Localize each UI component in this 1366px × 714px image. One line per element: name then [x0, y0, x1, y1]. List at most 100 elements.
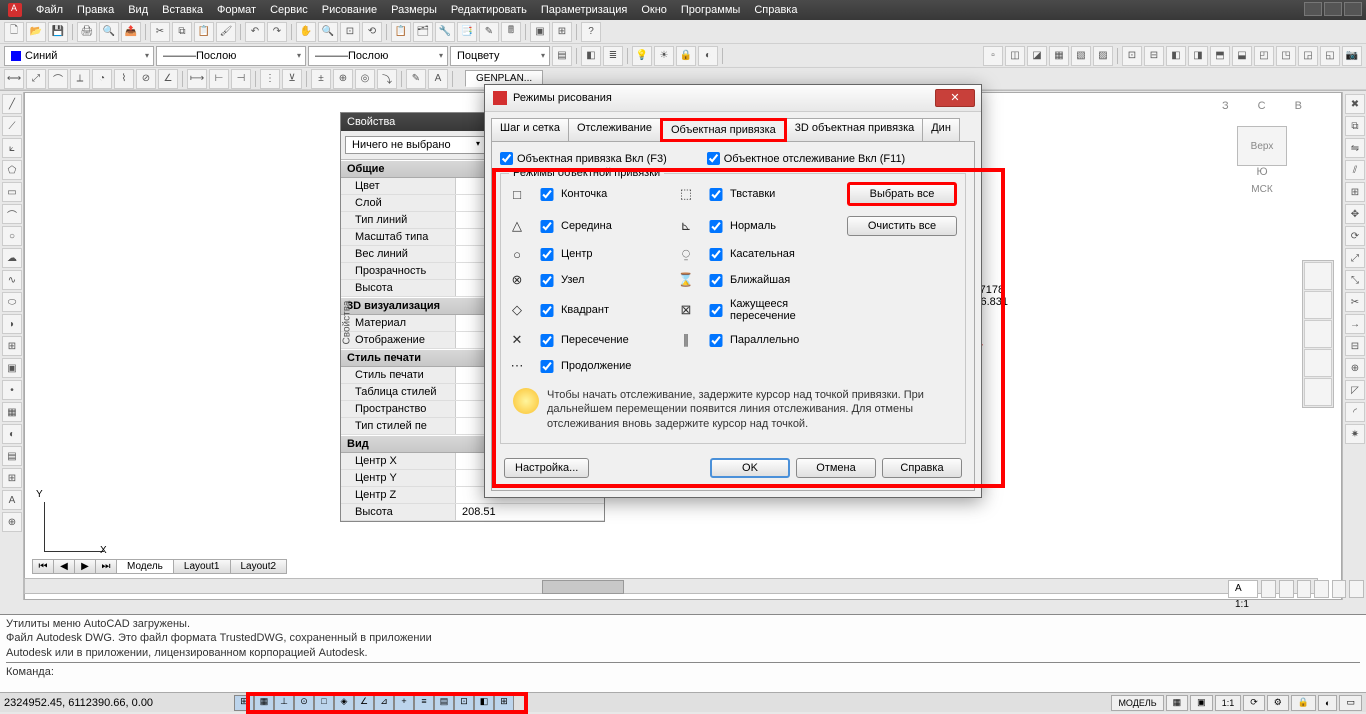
dim-insp-icon[interactable]: ◎ [355, 69, 375, 89]
view-bottom-icon[interactable]: ⊟ [1144, 46, 1164, 66]
addsel-icon[interactable]: ⊕ [2, 512, 22, 532]
erase-icon[interactable]: ✖ [1345, 94, 1365, 114]
view-top-icon[interactable]: ⊡ [1122, 46, 1142, 66]
nav-orbit-icon[interactable] [1304, 349, 1332, 377]
view-se-icon[interactable]: ◳ [1276, 46, 1296, 66]
view-sw-icon[interactable]: ◰ [1254, 46, 1274, 66]
anno-vis-icon[interactable] [1261, 580, 1276, 598]
tab-polar[interactable]: Отслеживание [568, 118, 661, 142]
dialog-close-button[interactable]: ✕ [935, 89, 975, 107]
copy-icon[interactable]: ⧉ [172, 22, 192, 42]
nearest-checkbox[interactable] [708, 274, 724, 287]
ws-switch-icon[interactable] [1297, 580, 1312, 598]
dim-dia-icon[interactable]: ⊘ [136, 69, 156, 89]
bylayer-icon[interactable]: ▤ [552, 46, 572, 66]
explode-icon[interactable]: ✷ [1345, 424, 1365, 444]
endpoint-checkbox[interactable] [539, 188, 555, 201]
tab-nav-next[interactable]: ▶ [74, 559, 96, 574]
view-cam-icon[interactable]: 📷 [1342, 46, 1362, 66]
select-all-button[interactable]: Выбрать все [847, 182, 957, 206]
ws-button[interactable]: ⚙ [1267, 695, 1289, 711]
zoom-rt-icon[interactable]: 🔍 [318, 22, 338, 42]
copy-obj-icon[interactable]: ⧉ [1345, 116, 1365, 136]
menu-format[interactable]: Формат [217, 4, 256, 16]
pan-icon[interactable]: ✋ [296, 22, 316, 42]
tpy-toggle[interactable]: ▤ [434, 695, 454, 711]
linetype-dropdown[interactable]: ——— Послою [156, 46, 306, 66]
help-button[interactable]: Справка [882, 458, 962, 478]
dim-tedit-icon[interactable]: A [428, 69, 448, 89]
ducs-toggle[interactable]: ⊿ [374, 695, 394, 711]
mirror-icon[interactable]: ⇋ [1345, 138, 1365, 158]
stretch-icon[interactable]: ⤡ [1345, 270, 1365, 290]
tangent-checkbox[interactable] [708, 248, 724, 261]
selection-dropdown[interactable]: Ничего не выбрано [345, 136, 485, 154]
qcalc-icon[interactable]: 🖩 [501, 22, 521, 42]
open-icon[interactable]: 📂 [26, 22, 46, 42]
tab-osnap[interactable]: Объектная привязка [660, 118, 787, 142]
dim-jogl-icon[interactable]: ⤵ [377, 69, 397, 89]
cancel-button[interactable]: Отмена [796, 458, 876, 478]
undo-icon[interactable]: ↶ [245, 22, 265, 42]
tab-layout1[interactable]: Layout1 [173, 559, 231, 574]
menu-modify[interactable]: Редактировать [451, 4, 527, 16]
array-icon[interactable]: ⊞ [1345, 182, 1365, 202]
node-checkbox[interactable] [539, 274, 555, 287]
vs-2d-icon[interactable]: ▫ [983, 46, 1003, 66]
quadrant-checkbox[interactable] [539, 304, 555, 317]
redo-icon[interactable]: ↷ [267, 22, 287, 42]
dialog-titlebar[interactable]: Режимы рисования ✕ [485, 85, 981, 112]
tab-nav-last[interactable]: ⏭ [95, 559, 117, 574]
block-icon[interactable]: ▣ [530, 22, 550, 42]
menu-help[interactable]: Справка [754, 4, 797, 16]
dim-tol-icon[interactable]: ± [311, 69, 331, 89]
dim-edit-icon[interactable]: ✎ [406, 69, 426, 89]
model-button[interactable]: МОДЕЛЬ [1111, 695, 1163, 711]
dim-cen-icon[interactable]: ⊕ [333, 69, 353, 89]
region-icon[interactable]: ▤ [2, 446, 22, 466]
perf-icon[interactable]: ◐ [1318, 695, 1337, 711]
menu-dim[interactable]: Размеры [391, 4, 437, 16]
command-window[interactable]: Утилиты меню AutoCAD загружены. Файл Aut… [0, 614, 1366, 692]
osnap-toggle[interactable]: □ [314, 695, 334, 711]
ok-button[interactable]: OK [710, 458, 790, 478]
dyn-toggle[interactable]: + [394, 695, 414, 711]
props-icon[interactable]: 📋 [391, 22, 411, 42]
publish-icon[interactable]: 📤 [121, 22, 141, 42]
dim-base-icon[interactable]: ⊢ [209, 69, 229, 89]
paste-icon[interactable]: 📋 [194, 22, 214, 42]
break-icon[interactable]: ⊟ [1345, 336, 1365, 356]
quickview-d-icon[interactable]: ▣ [1190, 695, 1213, 711]
nav-pan-icon[interactable] [1304, 291, 1332, 319]
hw-accel-icon[interactable] [1332, 580, 1347, 598]
layer-icon[interactable]: ≣ [603, 46, 623, 66]
ssm-icon[interactable]: 📑 [457, 22, 477, 42]
dc-icon[interactable]: 🗂 [413, 22, 433, 42]
markup-icon[interactable]: ✎ [479, 22, 499, 42]
light-icon[interactable]: 💡 [632, 46, 652, 66]
view-back-icon[interactable]: ⬓ [1232, 46, 1252, 66]
perp-checkbox[interactable] [708, 220, 724, 233]
menu-view[interactable]: Вид [128, 4, 148, 16]
layer-iso-icon[interactable]: ◧ [581, 46, 601, 66]
polygon-icon[interactable]: ⬠ [2, 160, 22, 180]
menu-edit[interactable]: Правка [77, 4, 114, 16]
dim-cont-icon[interactable]: ⊣ [231, 69, 251, 89]
zoom-win-icon[interactable]: ⊡ [340, 22, 360, 42]
table-icon[interactable]: ⊞ [552, 22, 572, 42]
lock-icon[interactable]: 🔒 [676, 46, 696, 66]
lock-ui-icon[interactable]: 🔒 [1291, 695, 1316, 711]
tab-model[interactable]: Модель [116, 559, 174, 574]
line-icon[interactable]: ╱ [2, 94, 22, 114]
dim-ang-icon[interactable]: ∠ [158, 69, 178, 89]
anno-auto-icon[interactable] [1279, 580, 1294, 598]
menu-file[interactable]: Файл [36, 4, 63, 16]
insertion-checkbox[interactable] [708, 188, 724, 201]
qp-toggle[interactable]: ⊡ [454, 695, 474, 711]
grid-toggle[interactable]: ▦ [254, 695, 274, 711]
tool-lock-icon[interactable] [1314, 580, 1329, 598]
hatch-icon[interactable]: ▦ [2, 402, 22, 422]
settings-button[interactable]: Настройка... [504, 458, 589, 478]
trim-icon[interactable]: ✂ [1345, 292, 1365, 312]
viewcube-wcs[interactable]: МСК [1212, 184, 1312, 195]
